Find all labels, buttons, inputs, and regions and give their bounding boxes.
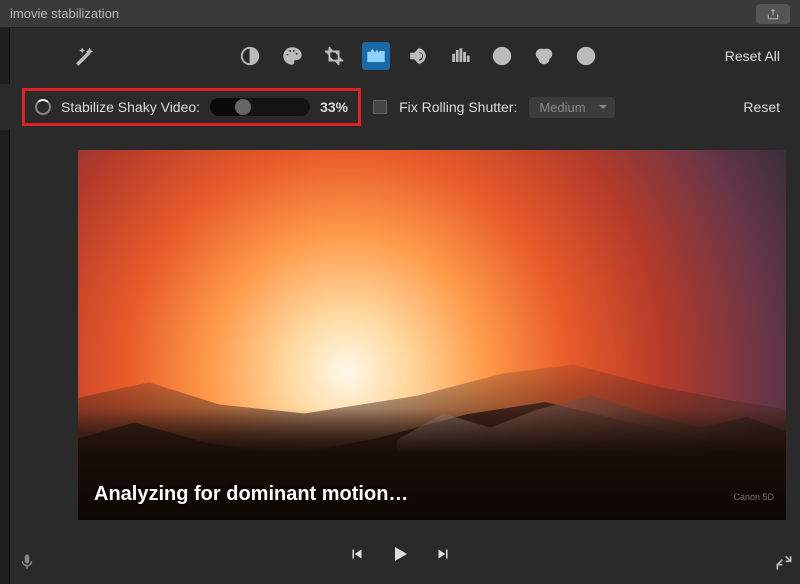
voiceover-button[interactable] bbox=[18, 551, 36, 578]
previous-button[interactable] bbox=[348, 545, 366, 568]
playback-controls bbox=[10, 536, 790, 576]
skip-back-icon bbox=[348, 545, 366, 563]
source-caption: Canon 5D bbox=[733, 492, 774, 502]
reset-button[interactable]: Reset bbox=[743, 99, 780, 115]
window-titlebar: imovie stabilization bbox=[0, 0, 800, 28]
speaker-icon bbox=[407, 45, 429, 67]
stabilize-percent-value: 33% bbox=[320, 99, 348, 115]
share-icon bbox=[766, 7, 780, 21]
contrast-icon bbox=[239, 45, 261, 67]
play-icon bbox=[388, 542, 412, 566]
crop-button[interactable] bbox=[320, 42, 348, 70]
speed-button[interactable] bbox=[488, 42, 516, 70]
microphone-icon bbox=[18, 551, 36, 573]
stabilize-slider[interactable] bbox=[210, 98, 310, 116]
crop-icon bbox=[323, 45, 345, 67]
inspector-toolbar: Reset All bbox=[0, 28, 800, 84]
color-balance-button[interactable] bbox=[236, 42, 264, 70]
rolling-dropdown-value: Medium bbox=[539, 100, 585, 115]
stabilize-label: Stabilize Shaky Video: bbox=[61, 99, 200, 115]
volume-button[interactable] bbox=[404, 42, 432, 70]
camera-icon bbox=[365, 45, 387, 67]
info-button[interactable] bbox=[572, 42, 600, 70]
analysis-status-text: Analyzing for dominant motion… bbox=[94, 483, 408, 506]
rolling-shutter-dropdown[interactable]: Medium bbox=[529, 97, 615, 118]
info-icon bbox=[575, 45, 597, 67]
next-button[interactable] bbox=[434, 545, 452, 568]
loading-spinner-icon bbox=[35, 99, 51, 115]
stabilize-control-highlighted: Stabilize Shaky Video: 33% bbox=[22, 88, 361, 126]
video-preview: Analyzing for dominant motion… Canon 5D bbox=[78, 150, 786, 520]
overlap-circles-icon bbox=[533, 45, 555, 67]
expand-icon bbox=[774, 553, 794, 573]
skip-forward-icon bbox=[434, 545, 452, 563]
wand-icon bbox=[73, 45, 95, 67]
auto-enhance-button[interactable] bbox=[70, 42, 98, 70]
speedometer-icon bbox=[491, 45, 513, 67]
fix-rolling-label: Fix Rolling Shutter: bbox=[399, 99, 517, 115]
color-correction-button[interactable] bbox=[278, 42, 306, 70]
noise-reduction-button[interactable] bbox=[446, 42, 474, 70]
stabilization-button[interactable] bbox=[362, 42, 390, 70]
stabilization-controls-row: Stabilize Shaky Video: 33% Fix Rolling S… bbox=[0, 84, 800, 130]
share-button[interactable] bbox=[756, 4, 790, 24]
color-filter-button[interactable] bbox=[530, 42, 558, 70]
reset-all-button[interactable]: Reset All bbox=[725, 48, 780, 64]
fix-rolling-shutter-checkbox[interactable] bbox=[373, 100, 387, 114]
play-button[interactable] bbox=[388, 542, 412, 571]
palette-icon bbox=[281, 45, 303, 67]
fullscreen-button[interactable] bbox=[774, 553, 794, 578]
equalizer-icon bbox=[449, 45, 471, 67]
window-title: imovie stabilization bbox=[10, 6, 119, 21]
